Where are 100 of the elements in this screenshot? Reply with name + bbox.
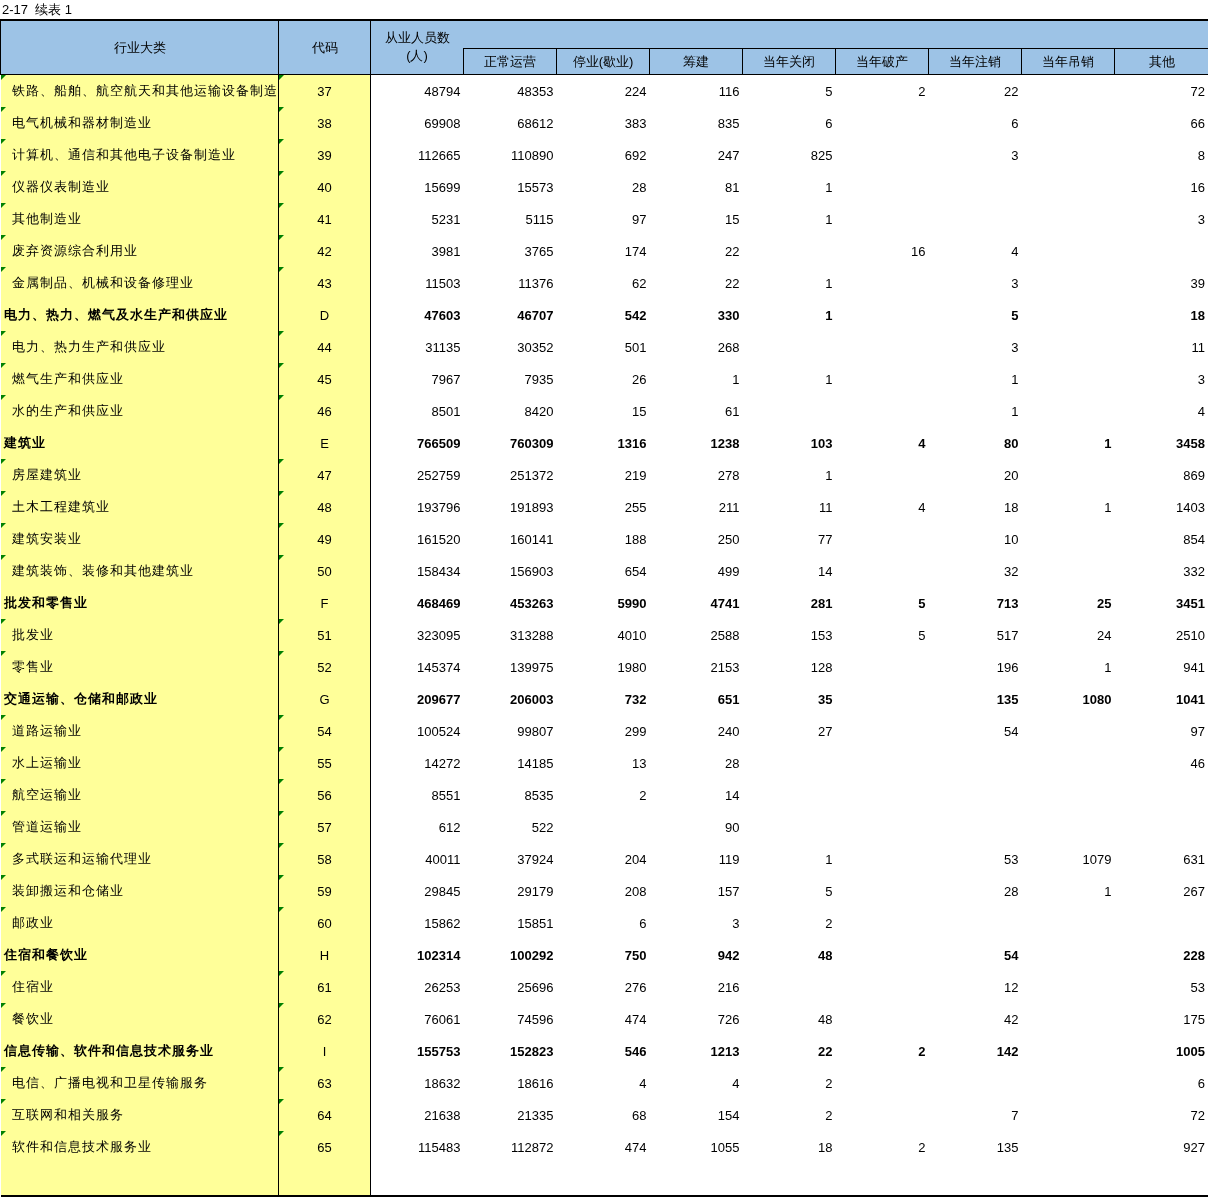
industry-name: 计算机、通信和其他电子设备制造业 [11,147,236,162]
table-cell: 15699 [424,179,461,195]
table-cell: 501 [624,339,647,355]
table-cell: 18 [1004,499,1019,515]
comment-marker-icon [279,1131,284,1136]
comment-marker-icon [0,171,6,176]
table-cell: 155753 [417,1043,461,1059]
table-cell: 152823 [510,1043,554,1059]
table-cell: 5 [918,595,926,611]
comment-marker-icon [0,395,6,400]
table-cell: 4 [1011,243,1019,259]
table-cell: 522 [531,819,554,835]
table-cell: 8535 [524,787,554,803]
table-cell: 66 [1190,115,1205,131]
industry-name: 交通运输、仓储和邮政业 [3,691,158,706]
table-cell: 196 [996,659,1019,675]
comment-marker-icon [0,491,6,496]
table-cell: 14 [725,787,740,803]
table-cell: 139975 [510,659,554,675]
table-cell: 112665 [418,147,461,163]
table-cell: 3 [1197,371,1205,387]
industry-code: F [320,595,329,611]
table-cell: 252759 [417,467,461,483]
table-cell: 5115 [525,211,554,227]
table-cell: 1980 [617,659,647,675]
industry-name: 燃气生产和供应业 [11,371,124,386]
industry-name: 批发业 [11,627,54,642]
table-cell: 16 [911,243,926,259]
table-cell: 8501 [431,403,461,419]
table-cell: 15 [725,211,740,227]
comment-marker-icon [279,1067,284,1072]
table-cell: 1 [825,851,833,867]
table-cell: 631 [1183,851,1205,867]
table-cell: 1 [825,211,833,227]
table-cell: 90 [725,819,740,835]
table-cell: 2153 [710,659,740,675]
table-cell: 156903 [510,563,554,579]
industry-code: 57 [317,819,332,835]
comment-marker-icon [0,747,6,752]
table-cell: 3458 [1176,435,1205,451]
industry-code: D [319,307,330,323]
table-cell: 8 [1197,147,1205,163]
table-cell: 1 [1104,883,1112,899]
table-cell: 18632 [424,1075,461,1091]
table-cell: 1213 [710,1043,740,1059]
comment-marker-icon [0,363,6,368]
comment-marker-icon [279,363,284,368]
table-cell: 15862 [424,915,461,931]
table-cell: 750 [624,947,647,963]
industry-name: 电信、广播电视和卫星传输服务 [11,1075,208,1090]
table-cell: 3981 [431,243,461,259]
table-cell: 145374 [417,659,461,675]
comment-marker-icon [0,203,6,208]
industry-code: I [322,1043,327,1059]
table-cell: 1 [1104,659,1112,675]
table-cell: 4 [918,499,926,515]
industry-code: 38 [317,115,332,131]
table-cell: 16 [1190,179,1205,195]
table-cell: 1 [825,275,833,291]
table-cell: 1079 [1082,851,1112,867]
comment-marker-icon [279,459,284,464]
table-cell: 517 [996,627,1019,643]
table-cell: 14272 [424,755,461,771]
comment-marker-icon [0,235,6,240]
industry-name: 铁路、船舶、航空航天和其他运输设备制造 [11,83,278,98]
column-header: 当年注销 [928,48,1022,75]
table-cell: 760309 [510,435,554,451]
table-cell: 6 [1011,115,1019,131]
table-cell: 97 [632,211,647,227]
table-cell: 654 [624,563,647,579]
table-cell: 22 [725,243,740,259]
table-cell: 468469 [417,595,461,611]
table-cell: 332 [1183,563,1205,579]
table-cell: 81 [725,179,740,195]
comment-marker-icon [279,203,284,208]
table-cell: 546 [624,1043,647,1059]
industry-name: 装卸搬运和仓储业 [11,883,124,898]
comment-marker-icon [0,875,6,880]
comment-marker-icon [0,523,6,528]
table-cell: 157 [717,883,740,899]
comment-marker-icon [0,811,6,816]
industry-name: 邮政业 [11,915,54,930]
table-cell: 30352 [517,339,554,355]
industry-code: G [319,691,330,707]
table-cell: 209677 [417,691,461,707]
comment-marker-icon [0,1099,6,1104]
table-cell: 651 [717,691,740,707]
comment-marker-icon [279,491,284,496]
table-cell: 1080 [1082,691,1112,707]
table-cell: 135 [996,1139,1019,1155]
table-cell: 250 [717,531,740,547]
table-cell: 2 [918,83,926,99]
table-cell: 726 [717,1011,740,1027]
table-cell: 22 [1004,83,1019,99]
industry-name: 建筑安装业 [11,531,82,546]
table-cell: 7967 [431,371,461,387]
table-cell: 206003 [510,691,554,707]
table-cell: 1316 [617,435,647,451]
comment-marker-icon [0,267,6,272]
table-cell: 99807 [517,723,554,739]
